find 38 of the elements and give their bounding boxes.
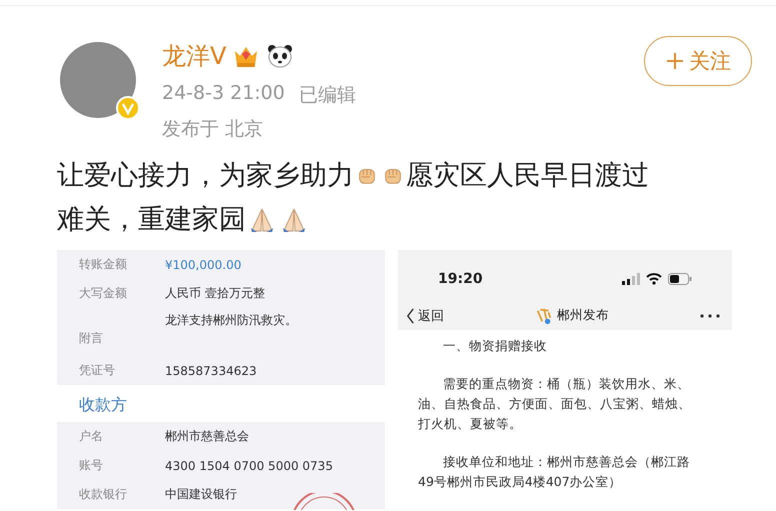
post-text: 愿灾区人民早日渡过 [406, 159, 649, 193]
field-value: 人民币 壹拾万元整 [165, 285, 265, 302]
field-label: 转账金额 [78, 256, 128, 273]
plus-icon [665, 51, 685, 71]
field-value: ¥100,000.00 [165, 258, 242, 272]
field-label: 账号 [78, 457, 104, 474]
wifi-icon [646, 272, 662, 285]
praying-hands-icon [280, 206, 308, 234]
post-time: 24-8-3 21:00 [162, 82, 285, 106]
article-paragraph: 接收单位和地址：郴州市慈善总会（郴江路49号郴州市民政局4楼407办公室） [418, 453, 691, 491]
follow-button[interactable]: 关注 [644, 36, 752, 86]
field-label: 大写金额 [78, 285, 128, 302]
praying-hands-icon [248, 206, 276, 234]
post-text: 让爱心接力，为家乡助力 [57, 159, 354, 193]
field-value: 4300 1504 0700 5000 0735 [165, 458, 333, 472]
post-text: 难关，重建家园 [57, 203, 246, 237]
field-label: 收款银行 [78, 486, 128, 503]
signal-icon [622, 272, 640, 285]
article-paragraph: 需要的重点物资：桶（瓶）装饮用水、米、油、自热食品、方便面、面包、八宝粥、蜡烛、打火机、夏被等。 [418, 375, 692, 433]
edited-label: 已编辑 [298, 83, 356, 108]
field-value: 郴州市慈善总会 [165, 428, 249, 445]
chevron-left-icon [406, 308, 415, 324]
more-icon [700, 314, 720, 318]
back-link[interactable]: 返回 [406, 306, 444, 325]
field-label: 凭证号 [78, 362, 116, 379]
battery-icon [668, 272, 692, 285]
field-value: 龙洋支持郴州防汛救灾。 [165, 312, 297, 329]
field-value: 中国建设银行 [165, 486, 237, 503]
post-location: 发布于 北京 [162, 117, 264, 142]
panda-icon [266, 42, 294, 70]
logo-icon [535, 306, 553, 325]
field-label: 户名 [78, 428, 104, 445]
field-value: 158587334623 [165, 364, 257, 378]
page-title: 郴州发布 [557, 307, 609, 324]
status-time: 19:20 [438, 270, 483, 287]
author-name[interactable]: 龙洋V [162, 40, 226, 72]
field-label: 附言 [78, 330, 104, 347]
article-paragraph: 一、物资捐赠接收 [442, 337, 548, 355]
